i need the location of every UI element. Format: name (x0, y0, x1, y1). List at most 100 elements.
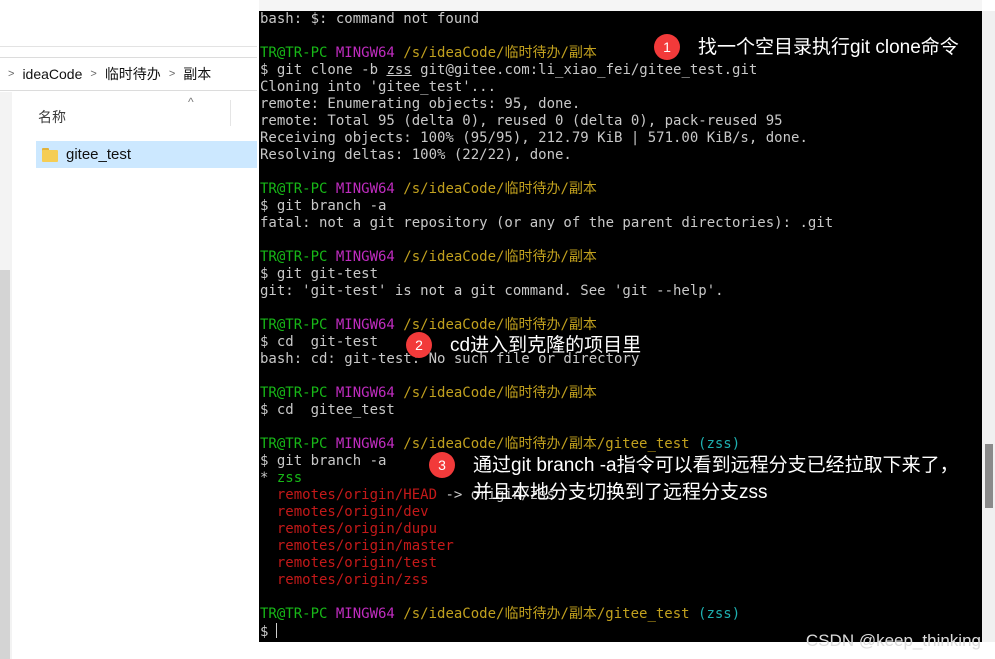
terminal-text: $ git branch -a (260, 453, 387, 469)
terminal-line: remotes/origin/dev (260, 504, 833, 521)
terminal-text: TR@TR-PC (260, 181, 336, 197)
terminal-text: fatal: not a git repository (or any of t… (260, 215, 834, 231)
terminal-text: MINGW64 (335, 606, 404, 622)
terminal-scrollbar[interactable] (982, 11, 995, 642)
annotation-text-1: 找一个空目录执行git clone命令 (698, 37, 959, 58)
terminal-line: TR@TR-PC MINGW64 /s/ideaCode/临时待办/副本 (260, 385, 833, 402)
file-name: gitee_test (66, 146, 132, 163)
terminal-line: remotes/origin/master (260, 538, 833, 555)
annotation-badge-2: 2 (406, 332, 432, 358)
terminal-text: git: 'git-test' is not a git command. Se… (260, 283, 724, 299)
navigation-scrollbar[interactable] (0, 270, 10, 659)
terminal-text: TR@TR-PC (260, 249, 336, 265)
terminal-text: /s/ideaCode/临时待办/副本 (403, 385, 597, 401)
terminal-text: TR@TR-PC (260, 385, 336, 401)
terminal-text: Resolving deltas: 100% (22/22), done. (260, 147, 572, 163)
terminal-line: $ git branch -a (260, 198, 833, 215)
sort-ascending-icon[interactable]: ^ (188, 95, 194, 109)
terminal-text: /s/ideaCode/临时待办/副本 (403, 317, 597, 333)
terminal-text: $ cd gitee_test (260, 402, 395, 418)
breadcrumb-ideacode[interactable]: ideaCode (22, 66, 82, 82)
breadcrumb-linshidaiban[interactable]: 临时待办 (105, 64, 161, 84)
column-header-name[interactable]: 名称 (38, 107, 66, 127)
annotation-badge-3: 3 (429, 452, 455, 478)
terminal-text: TR@TR-PC (260, 606, 336, 622)
terminal-line: $ cd gitee_test (260, 402, 833, 419)
terminal-line: TR@TR-PC MINGW64 /s/ideaCode/临时待办/副本 (260, 181, 833, 198)
terminal-screen[interactable]: bash: $: command not found TR@TR-PC MINGW… (259, 11, 982, 642)
terminal-output: bash: $: command not found TR@TR-PC MINGW… (260, 11, 833, 640)
terminal-line: remote: Total 95 (delta 0), reused 0 (de… (260, 113, 833, 130)
terminal-line: remote: Enumerating objects: 95, done. (260, 96, 833, 113)
terminal-text: /s/ideaCode/临时待办/副本/gitee_test (403, 436, 699, 452)
annotation-text-2: cd进入到克隆的项目里 (450, 335, 642, 356)
terminal-text: MINGW64 (335, 385, 404, 401)
terminal-line: Receiving objects: 100% (95/95), 212.79 … (260, 130, 833, 147)
breadcrumb-separator: > (8, 68, 15, 80)
folder-icon (42, 147, 58, 162)
file-explorer: > ideaCode > 临时待办 > 副本 ^ 名称 gitee_test (0, 0, 262, 659)
terminal-text: $ git clone -b (260, 62, 387, 78)
terminal-line: TR@TR-PC MINGW64 /s/ideaCode/临时待办/副本 (260, 249, 833, 266)
terminal-text: * (260, 470, 277, 486)
annotation-badge-1: 1 (654, 34, 680, 60)
terminal-line: remotes/origin/zss (260, 572, 833, 589)
terminal-line: fatal: not a git repository (or any of t… (260, 215, 833, 232)
terminal-text: MINGW64 (335, 181, 404, 197)
terminal-text: /s/ideaCode/临时待办/副本 (403, 249, 597, 265)
terminal-text: remotes/origin/HEAD (260, 487, 438, 503)
terminal-text: remotes/origin/zss (260, 572, 429, 588)
breadcrumb-fuben[interactable]: 副本 (183, 64, 211, 84)
terminal-text: TR@TR-PC (260, 436, 336, 452)
terminal-text: remotes/origin/dev (260, 504, 429, 520)
terminal-text: /s/ideaCode/临时待办/副本 (403, 181, 597, 197)
terminal-scrollbar-thumb[interactable] (985, 444, 993, 508)
terminal-line: $ git git-test (260, 266, 833, 283)
terminal-line: remotes/origin/dupu (260, 521, 833, 538)
terminal-line: $ (260, 623, 833, 640)
terminal-text: /s/ideaCode/临时待办/副本 (403, 45, 597, 61)
terminal-text: remotes/origin/dupu (260, 521, 438, 537)
terminal-text: TR@TR-PC (260, 45, 336, 61)
terminal-text: zss (386, 62, 412, 78)
terminal-line: $ git clone -b zss git@gitee.com:li_xiao… (260, 62, 833, 79)
git-bash-terminal: bash: $: command not found TR@TR-PC MINGW… (257, 0, 995, 659)
terminal-line: remotes/origin/test (260, 555, 833, 572)
csdn-watermark: CSDN @keep_thinking (805, 631, 981, 650)
terminal-line: Cloning into 'gitee_test'... (260, 79, 833, 96)
text-cursor (276, 623, 278, 638)
terminal-text: $ git git-test (260, 266, 379, 282)
terminal-text: MINGW64 (335, 45, 404, 61)
address-bar[interactable]: > ideaCode > 临时待办 > 副本 (0, 57, 262, 91)
file-row-gitee-test[interactable]: gitee_test (36, 141, 262, 168)
terminal-text: TR@TR-PC (260, 317, 336, 333)
annotation-text-3: 通过git branch -a指令可以看到远程分支已经拉取下来了，并且本地分支切… (473, 455, 959, 503)
terminal-line: bash: $: command not found (260, 11, 833, 28)
terminal-text: bash: $: command not found (260, 11, 480, 27)
terminal-text: $ cd git-test (260, 334, 379, 350)
terminal-text: zss (276, 470, 303, 486)
terminal-text: remotes/origin/test (260, 555, 438, 571)
breadcrumb-separator: > (168, 68, 176, 80)
terminal-text: remotes/origin/master (260, 538, 454, 554)
terminal-text: MINGW64 (335, 436, 404, 452)
terminal-text: git@gitee.com:li_xiao_fei/gitee_test.git (411, 62, 758, 78)
terminal-text: /s/ideaCode/临时待办/副本/gitee_test (403, 606, 699, 622)
column-divider[interactable] (230, 100, 231, 126)
explorer-toolbar (0, 0, 262, 47)
terminal-line: Resolving deltas: 100% (22/22), done. (260, 147, 833, 164)
terminal-text: Cloning into 'gitee_test'... (260, 79, 497, 95)
terminal-text: $ (260, 624, 269, 640)
terminal-text: Receiving objects: 100% (95/95), 212.79 … (260, 130, 808, 146)
terminal-line: TR@TR-PC MINGW64 /s/ideaCode/临时待办/副本/git… (260, 606, 833, 623)
terminal-text: (zss) (698, 436, 741, 452)
terminal-text: (zss) (698, 606, 741, 622)
terminal-text: remote: Total 95 (delta 0), reused 0 (de… (260, 113, 783, 129)
terminal-text: MINGW64 (335, 317, 404, 333)
